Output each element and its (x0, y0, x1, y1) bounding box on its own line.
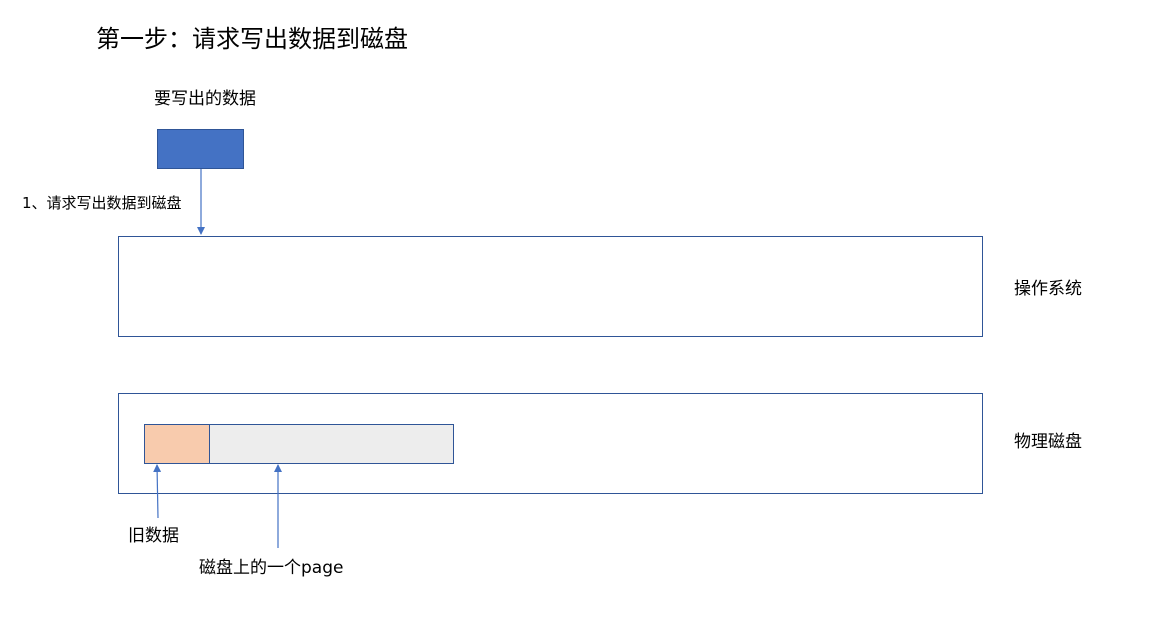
request-label: 1、请求写出数据到磁盘 (22, 194, 182, 212)
data-label: 要写出的数据 (154, 89, 256, 109)
os-box (118, 236, 983, 337)
page-title: 第一步：请求写出数据到磁盘 (96, 25, 408, 53)
old-data-segment (145, 425, 210, 463)
disk-label: 物理磁盘 (1014, 432, 1082, 452)
old-data-label: 旧数据 (128, 526, 179, 546)
os-label: 操作系统 (1014, 279, 1082, 299)
disk-page (144, 424, 454, 464)
data-block (157, 129, 244, 169)
page-label: 磁盘上的一个page (199, 558, 344, 578)
